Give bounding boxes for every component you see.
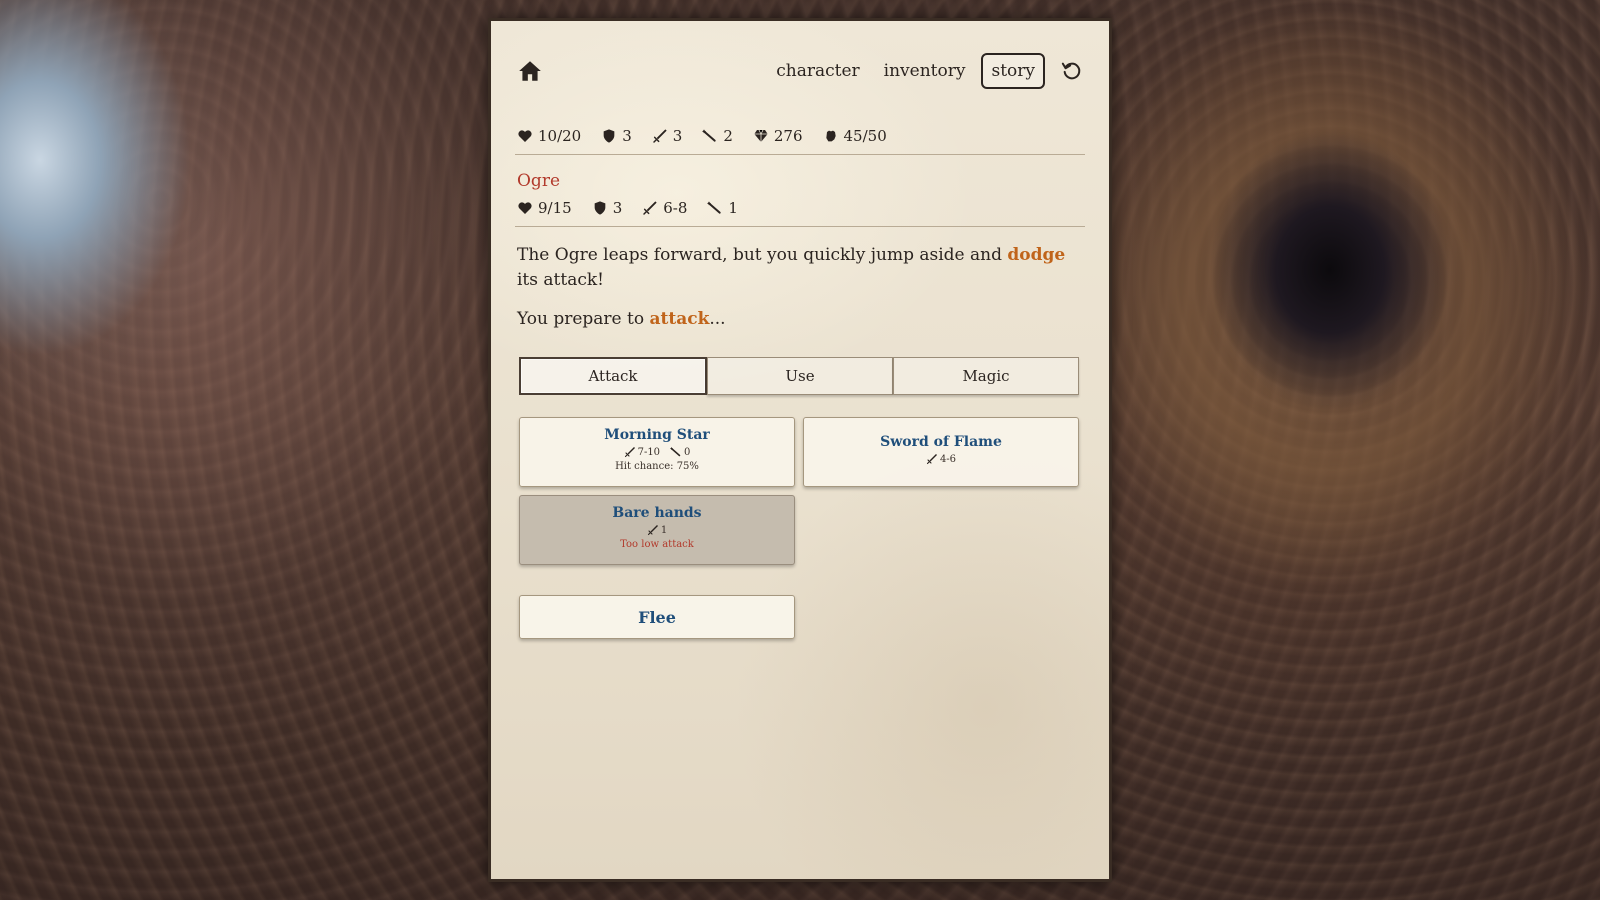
narrative-text: ... — [709, 309, 726, 329]
warning-text: Too low attack — [620, 539, 694, 550]
sword-icon — [653, 129, 667, 143]
enemy-attack-stat: 6-8 — [642, 199, 687, 217]
weapon-name: Sword of Flame — [880, 434, 1002, 450]
tab-attack[interactable]: Attack — [519, 357, 707, 395]
wand-icon — [670, 447, 681, 457]
enemy-armor-stat: 3 — [592, 199, 623, 217]
tab-magic[interactable]: Magic — [893, 357, 1079, 395]
divider — [515, 154, 1085, 155]
player-health-stat: 10/20 — [517, 127, 581, 145]
weapon-bare-hands-button[interactable]: Bare hands 1 Too low attack — [519, 495, 795, 565]
enemy-stats: 9/15 3 6-8 1 — [517, 199, 1083, 217]
player-experience-value: 45/50 — [843, 127, 887, 145]
sword-icon — [647, 525, 658, 536]
undo-icon[interactable] — [1061, 60, 1083, 82]
heart-icon — [518, 202, 532, 214]
player-magic-value: 2 — [723, 127, 733, 145]
weapon-morning-star-button[interactable]: Morning Star 7-10 0 Hit chance: 75% — [519, 417, 795, 487]
narrative-text: its attack! — [517, 270, 604, 290]
weapon-stats: 1 — [520, 524, 794, 536]
weapon-stats: 7-10 0 — [520, 446, 794, 458]
player-armor-value: 3 — [622, 127, 632, 145]
hit-chance-text: Hit chance: 75% — [615, 461, 699, 472]
weapon-sword-of-flame-button[interactable]: Sword of Flame 4-6 — [803, 417, 1079, 487]
nav-links: character inventory story — [768, 53, 1083, 89]
player-health-value: 10/20 — [538, 127, 582, 145]
divider — [515, 226, 1085, 227]
weapon-attack-value: 1 — [660, 524, 668, 536]
player-gold-value: 276 — [773, 127, 803, 145]
sword-icon — [624, 447, 635, 458]
enemy-health-stat: 9/15 — [517, 199, 572, 217]
gem-icon — [754, 129, 768, 142]
player-stats: 10/20 3 3 2 276 45/50 — [517, 127, 1083, 145]
nav-story[interactable]: story — [981, 53, 1045, 89]
narrative-text: You prepare to — [517, 309, 650, 329]
action-tabs: Attack Use Magic — [519, 357, 1079, 395]
weapon-name: Bare hands — [612, 505, 702, 521]
story-panel: character inventory story 10/20 3 3 2 27… — [488, 18, 1112, 882]
heart-icon — [518, 130, 532, 142]
flee-button[interactable]: Flee — [519, 595, 795, 639]
top-nav: character inventory story — [517, 49, 1083, 93]
keyword-attack: attack — [649, 309, 710, 329]
nav-character[interactable]: character — [768, 55, 867, 87]
weapon-attack-value: 4-6 — [939, 453, 957, 465]
player-attack-stat: 3 — [652, 127, 683, 145]
weapon-magic-value: 0 — [684, 446, 691, 458]
sword-icon — [926, 454, 937, 465]
player-magic-stat: 2 — [702, 127, 733, 145]
enemy-attack-value: 6-8 — [663, 199, 688, 217]
wand-icon — [702, 129, 716, 142]
enemy-magic-value: 1 — [728, 199, 738, 217]
wand-icon — [707, 201, 722, 214]
player-armor-stat: 3 — [601, 127, 632, 145]
sword-icon — [643, 201, 657, 215]
shield-icon — [603, 129, 615, 143]
enemy-health-value: 9/15 — [538, 199, 572, 217]
nav-inventory[interactable]: inventory — [876, 55, 974, 87]
fist-icon — [825, 130, 836, 142]
weapon-stats: 4-6 — [804, 453, 1078, 465]
shield-icon — [594, 201, 606, 215]
player-gold-stat: 276 — [753, 127, 803, 145]
player-attack-value: 3 — [672, 127, 683, 145]
enemy-magic-stat: 1 — [707, 199, 738, 217]
enemy-name: Ogre — [517, 171, 561, 191]
narrative-paragraph-2: You prepare to attack... — [517, 307, 1079, 332]
home-icon[interactable] — [517, 58, 543, 84]
tab-use[interactable]: Use — [707, 357, 893, 395]
weapon-name: Morning Star — [604, 427, 710, 443]
weapon-attack-value: 7-10 — [637, 446, 661, 458]
narrative-paragraph-1: The Ogre leaps forward, but you quickly … — [517, 243, 1079, 293]
enemy-armor-value: 3 — [612, 199, 623, 217]
player-experience-stat: 45/50 — [823, 127, 887, 145]
narrative-text: The Ogre leaps forward, but you quickly … — [517, 245, 1008, 265]
keyword-dodge: dodge — [1007, 245, 1066, 265]
